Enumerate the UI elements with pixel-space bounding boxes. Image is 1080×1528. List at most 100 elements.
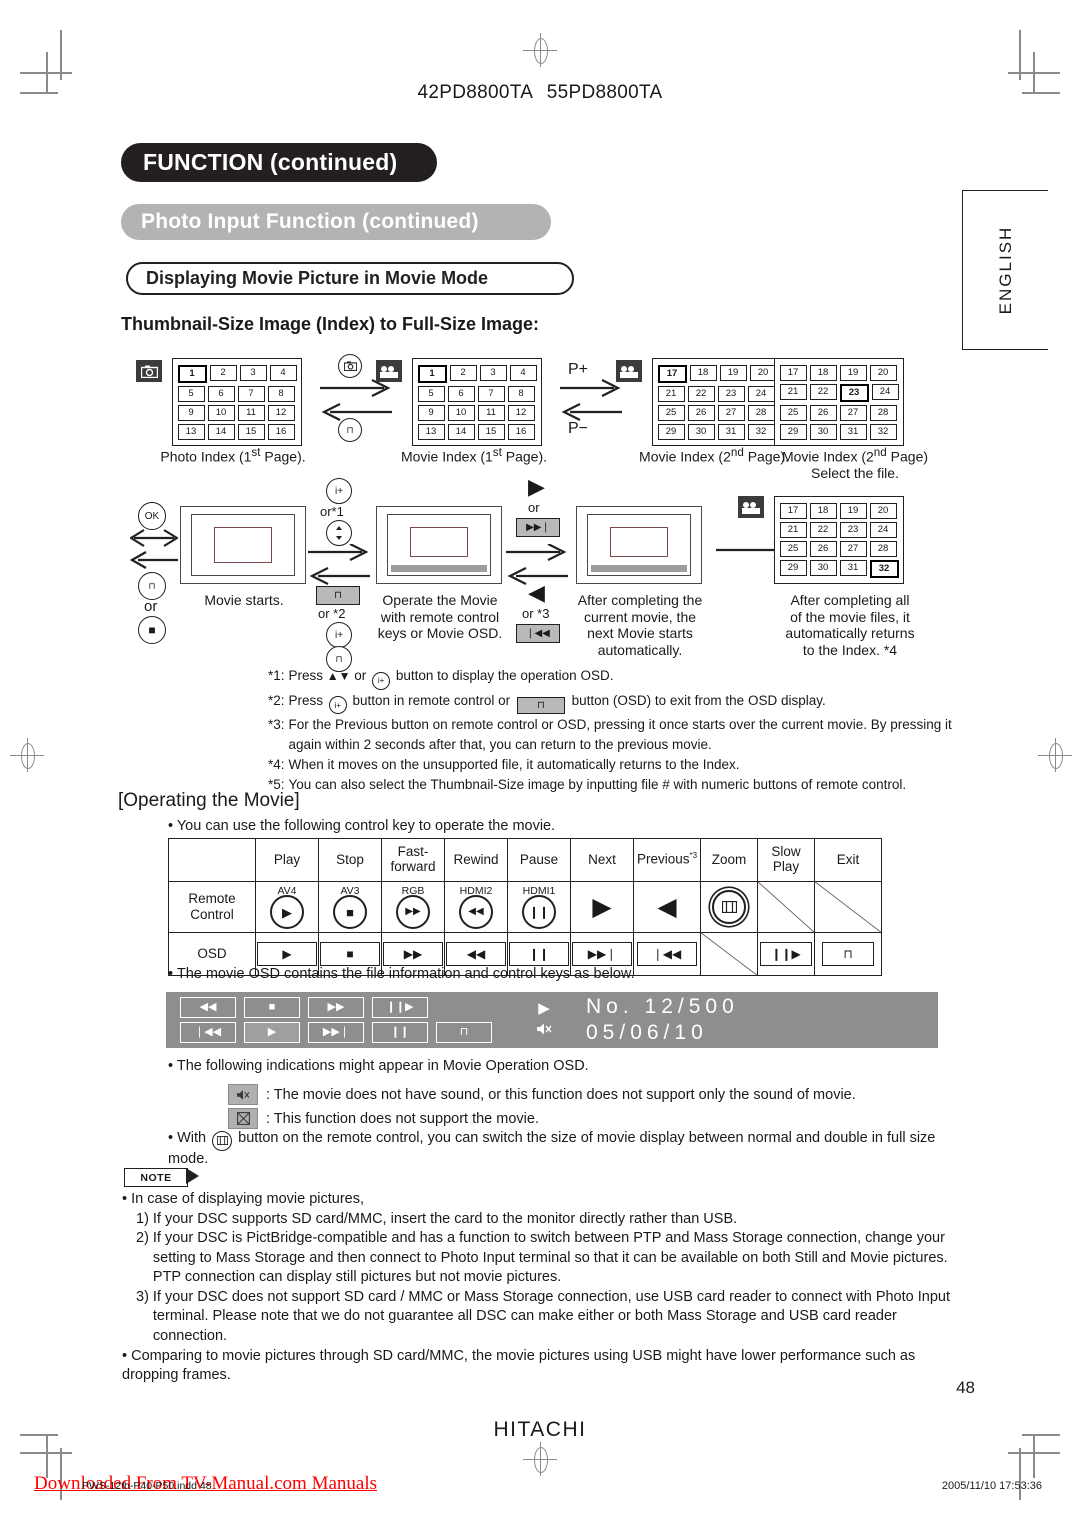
thumbnail-cell[interactable]: 12	[267, 404, 295, 421]
thumbnail-cell[interactable]: 23	[839, 383, 869, 402]
thumbnail-cell[interactable]: 24	[747, 385, 775, 402]
thumbnail-cell[interactable]: 18	[809, 502, 837, 519]
or-label-left: or	[144, 598, 158, 615]
thumbnail-cell[interactable]: 4	[509, 364, 537, 381]
indication-item-mute: : The movie does not have sound, or this…	[228, 1084, 856, 1105]
thumbnail-cell[interactable]: 8	[267, 385, 295, 402]
thumbnail-cell[interactable]: 27	[839, 404, 867, 421]
thumbnail-cell[interactable]: 15	[237, 423, 265, 440]
thumbnail-cell[interactable]: 22	[809, 521, 837, 538]
thumbnail-cell[interactable]: 21	[657, 385, 685, 402]
thumbnail-cell[interactable]: 24	[869, 521, 897, 538]
thumbnail-cell[interactable]: 9	[177, 404, 205, 421]
thumbnail-cell[interactable]: 26	[809, 404, 837, 421]
thumbnail-cell[interactable]: 23	[839, 521, 867, 538]
thumbnail-cell[interactable]: 19	[839, 502, 867, 519]
thumbnail-cell[interactable]: 20	[869, 502, 897, 519]
osdbar-exit-icon: ⊓	[436, 1022, 492, 1043]
thumbnail-cell[interactable]: 3	[239, 364, 267, 381]
thumbnail-cell[interactable]: 27	[717, 404, 745, 421]
thumbnail-cell[interactable]: 29	[779, 423, 807, 440]
thumbnail-cell[interactable]: 15	[477, 423, 505, 440]
thumbnail-cell[interactable]: 21	[779, 383, 807, 400]
footnote-4-body: When it moves on the unsupported file, i…	[288, 757, 740, 773]
thumbnail-cell[interactable]: 10	[207, 404, 235, 421]
thumbnail-cell[interactable]: 29	[779, 559, 807, 576]
thumbnail-cell[interactable]: 19	[719, 364, 747, 381]
thumbnail-cell[interactable]: 14	[207, 423, 235, 440]
thumbnail-cell[interactable]: 32	[869, 559, 899, 578]
thumbnail-cell[interactable]: 23	[717, 385, 745, 402]
thumbnail-cell[interactable]: 16	[507, 423, 535, 440]
thumbnail-cell[interactable]: 29	[657, 423, 685, 440]
thumbnail-cell[interactable]: 28	[869, 540, 897, 557]
thumbnail-cell[interactable]: 6	[447, 385, 475, 402]
thumbnail-cell[interactable]: 14	[447, 423, 475, 440]
osd-previous-cell: ❘◀◀	[633, 932, 701, 976]
thumbnail-cell[interactable]: 26	[687, 404, 715, 421]
footnote-1-tag: *1:	[268, 668, 285, 683]
note-bullet-1-text: • In case of displaying movie pictures,	[122, 1191, 365, 1207]
crop-mark-tr-v	[1019, 30, 1021, 80]
thumbnail-cell[interactable]: 1	[417, 364, 447, 383]
thumbnail-cell[interactable]: 20	[869, 364, 897, 381]
indication-item-unsupported: : This function does not support the mov…	[228, 1108, 539, 1129]
thumbnail-cell[interactable]: 10	[447, 404, 475, 421]
thumbnail-cell[interactable]: 17	[657, 364, 687, 383]
or-label-next: or	[528, 500, 540, 515]
thumbnail-cell[interactable]: 32	[869, 423, 897, 440]
thumbnail-cell[interactable]: 30	[687, 423, 715, 440]
thumbnail-cell[interactable]: 5	[177, 385, 205, 402]
thumbnail-cell[interactable]: 21	[779, 521, 807, 538]
thumbnail-cell[interactable]: 3	[479, 364, 507, 381]
thumbnail-cell[interactable]: 17	[779, 502, 807, 519]
thumbnail-cell[interactable]: 13	[177, 423, 205, 440]
thumbnail-cell[interactable]: 26	[809, 540, 837, 557]
thumbnail-cell[interactable]: 24	[871, 383, 899, 400]
thumbnail-cell[interactable]: 31	[839, 559, 867, 576]
thumbnail-cell[interactable]: 2	[449, 364, 477, 381]
thumbnail-cell[interactable]: 28	[747, 404, 775, 421]
thumbnail-cell[interactable]: 30	[809, 423, 837, 440]
thumbnail-cell[interactable]: 32	[747, 423, 775, 440]
thumbnail-cell[interactable]: 22	[687, 385, 715, 402]
thumbnail-cell[interactable]: 30	[809, 559, 837, 576]
thumbnail-cell[interactable]: 11	[237, 404, 265, 421]
thumbnail-cell[interactable]: 7	[237, 385, 265, 402]
thumbnail-cell[interactable]: 25	[779, 404, 807, 421]
thumbnail-cell[interactable]: 31	[839, 423, 867, 440]
thumbnail-cell[interactable]: 25	[779, 540, 807, 557]
manual-page: 42PD8800TA 55PD8800TA FUNCTION (continue…	[0, 0, 1080, 1528]
thumbnail-cell[interactable]: 7	[477, 385, 505, 402]
thumbnail-cell[interactable]: 27	[839, 540, 867, 557]
thumbnail-cell[interactable]: 6	[207, 385, 235, 402]
thumbnail-cell[interactable]: 20	[749, 364, 777, 381]
thumbnail-cell[interactable]: 19	[839, 364, 867, 381]
thumbnail-cell[interactable]: 18	[689, 364, 717, 381]
thumbnail-cell[interactable]: 25	[657, 404, 685, 421]
thumbnail-cell[interactable]: 4	[269, 364, 297, 381]
osdbar-play-icon: ▶	[244, 1022, 300, 1043]
row-label-remote: Remote Control	[168, 881, 256, 933]
thumbnail-cell[interactable]: 13	[417, 423, 445, 440]
model-numbers: 42PD8800TA 55PD8800TA	[0, 82, 1080, 104]
thumbnail-cell[interactable]: 1	[177, 364, 207, 383]
header-stop: Stop	[318, 838, 382, 882]
thumbnail-cell[interactable]: 28	[869, 404, 897, 421]
or2-label: or *2	[318, 606, 346, 621]
thumbnail-cell[interactable]: 9	[417, 404, 445, 421]
thumbnail-cell[interactable]: 18	[809, 364, 837, 381]
thumbnail-cell[interactable]: 8	[507, 385, 535, 402]
thumbnail-cell[interactable]: 17	[779, 364, 807, 381]
thumbnail-cell[interactable]: 11	[477, 404, 505, 421]
thumbnail-cell[interactable]: 2	[209, 364, 237, 381]
crop-mark-tl-v	[60, 30, 62, 80]
thumbnail-cell[interactable]: 16	[267, 423, 295, 440]
thumbnail-cell[interactable]: 22	[809, 383, 837, 400]
note-item-1: 1) If your DSC supports SD card/MMC, ins…	[122, 1210, 972, 1230]
thumbnail-cell[interactable]: 31	[717, 423, 745, 440]
thumbnail-cell[interactable]: 12	[507, 404, 535, 421]
remote-rewind-cell: HDMI2 ◀◀	[444, 881, 508, 933]
thumbnail-row: 1234	[176, 363, 298, 384]
thumbnail-cell[interactable]: 5	[417, 385, 445, 402]
